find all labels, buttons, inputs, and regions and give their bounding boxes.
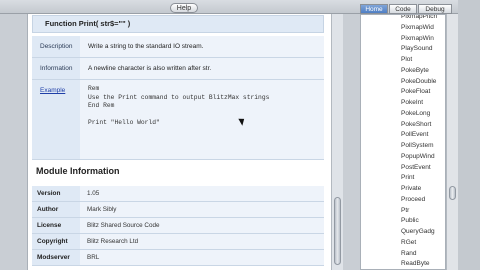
row-value: Blitz Research Ltd bbox=[80, 234, 324, 249]
row-value: Write a string to the standard IO stream… bbox=[80, 36, 324, 57]
list-item[interactable]: PokeByte bbox=[361, 66, 445, 76]
documentation-pane: Function Print( str$="" ) Description Wr… bbox=[27, 14, 331, 270]
row-key: Description bbox=[32, 36, 80, 57]
command-list: PixmapPitch PixmapWid PixmapWin PlaySound Pl… bbox=[360, 14, 446, 270]
row-value: Blitz Shared Source Code bbox=[80, 218, 324, 233]
sidebar-tabs: Home Code Debug bbox=[360, 4, 452, 14]
list-item[interactable]: Rand bbox=[361, 249, 445, 259]
table-row: Information A newline character is also … bbox=[32, 58, 324, 80]
list-item[interactable]: PopupWind bbox=[361, 152, 445, 162]
command-list-scrollbar[interactable] bbox=[446, 14, 458, 270]
list-item[interactable]: RGet bbox=[361, 238, 445, 248]
example-link[interactable]: Example bbox=[32, 80, 80, 159]
table-row: Modserver BRL bbox=[32, 250, 324, 266]
table-row: Description Write a string to the standa… bbox=[32, 36, 324, 58]
list-item[interactable]: PostEvent bbox=[361, 163, 445, 173]
row-value: 1.05 bbox=[80, 186, 324, 201]
list-item[interactable]: PokeFloat bbox=[361, 87, 445, 97]
row-value: BRL bbox=[80, 250, 324, 265]
scroll-thumb[interactable] bbox=[334, 197, 341, 265]
list-item[interactable]: ReadByte bbox=[361, 259, 445, 269]
example-row: Example Rem Use the Print command to out… bbox=[32, 80, 324, 160]
row-key: License bbox=[32, 218, 80, 233]
row-key: Information bbox=[32, 58, 80, 79]
list-item[interactable]: PixmapWin bbox=[361, 34, 445, 44]
table-row: Version 1.05 bbox=[32, 186, 324, 202]
row-key: Version bbox=[32, 186, 80, 201]
list-item[interactable]: PollEvent bbox=[361, 130, 445, 140]
row-key: Modserver bbox=[32, 250, 80, 265]
list-item[interactable]: Ptr bbox=[361, 206, 445, 216]
tab-home[interactable]: Home bbox=[360, 4, 388, 14]
row-key: Author bbox=[32, 202, 80, 217]
list-item[interactable]: Print bbox=[361, 173, 445, 183]
list-item[interactable]: Public bbox=[361, 216, 445, 226]
row-key: Copyright bbox=[32, 234, 80, 249]
module-info-heading: Module Information bbox=[36, 166, 120, 176]
list-item[interactable]: PlaySound bbox=[361, 44, 445, 54]
scroll-thumb[interactable] bbox=[449, 186, 456, 200]
row-value: A newline character is also written afte… bbox=[80, 58, 324, 79]
list-item[interactable]: PokeInt bbox=[361, 98, 445, 108]
tab-code[interactable]: Code bbox=[389, 4, 417, 14]
list-item[interactable]: Proceed bbox=[361, 195, 445, 205]
list-item[interactable]: Private bbox=[361, 184, 445, 194]
help-button[interactable]: Help bbox=[170, 3, 198, 13]
pane-divider bbox=[343, 14, 359, 270]
row-value: Mark Sibly bbox=[80, 202, 324, 217]
function-title: Function Print( str$="" ) bbox=[32, 15, 324, 33]
list-item[interactable]: PixmapPitch bbox=[361, 15, 445, 22]
list-item[interactable]: PokeShort bbox=[361, 120, 445, 130]
example-code: Rem Use the Print command to output Blit… bbox=[80, 80, 324, 159]
table-row: Author Mark Sibly bbox=[32, 202, 324, 218]
list-item[interactable]: PixmapWid bbox=[361, 23, 445, 33]
list-item[interactable]: PollSystem bbox=[361, 141, 445, 151]
documentation-scrollbar[interactable] bbox=[331, 14, 343, 270]
tab-debug[interactable]: Debug bbox=[418, 4, 452, 14]
list-item[interactable]: Plot bbox=[361, 55, 445, 65]
list-item[interactable]: PokeLong bbox=[361, 109, 445, 119]
list-item[interactable]: PokeDouble bbox=[361, 77, 445, 87]
table-row: Copyright Blitz Research Ltd bbox=[32, 234, 324, 250]
list-item[interactable]: QueryGadg bbox=[361, 227, 445, 237]
table-row: License Blitz Shared Source Code bbox=[32, 218, 324, 234]
window-frame bbox=[458, 0, 480, 270]
